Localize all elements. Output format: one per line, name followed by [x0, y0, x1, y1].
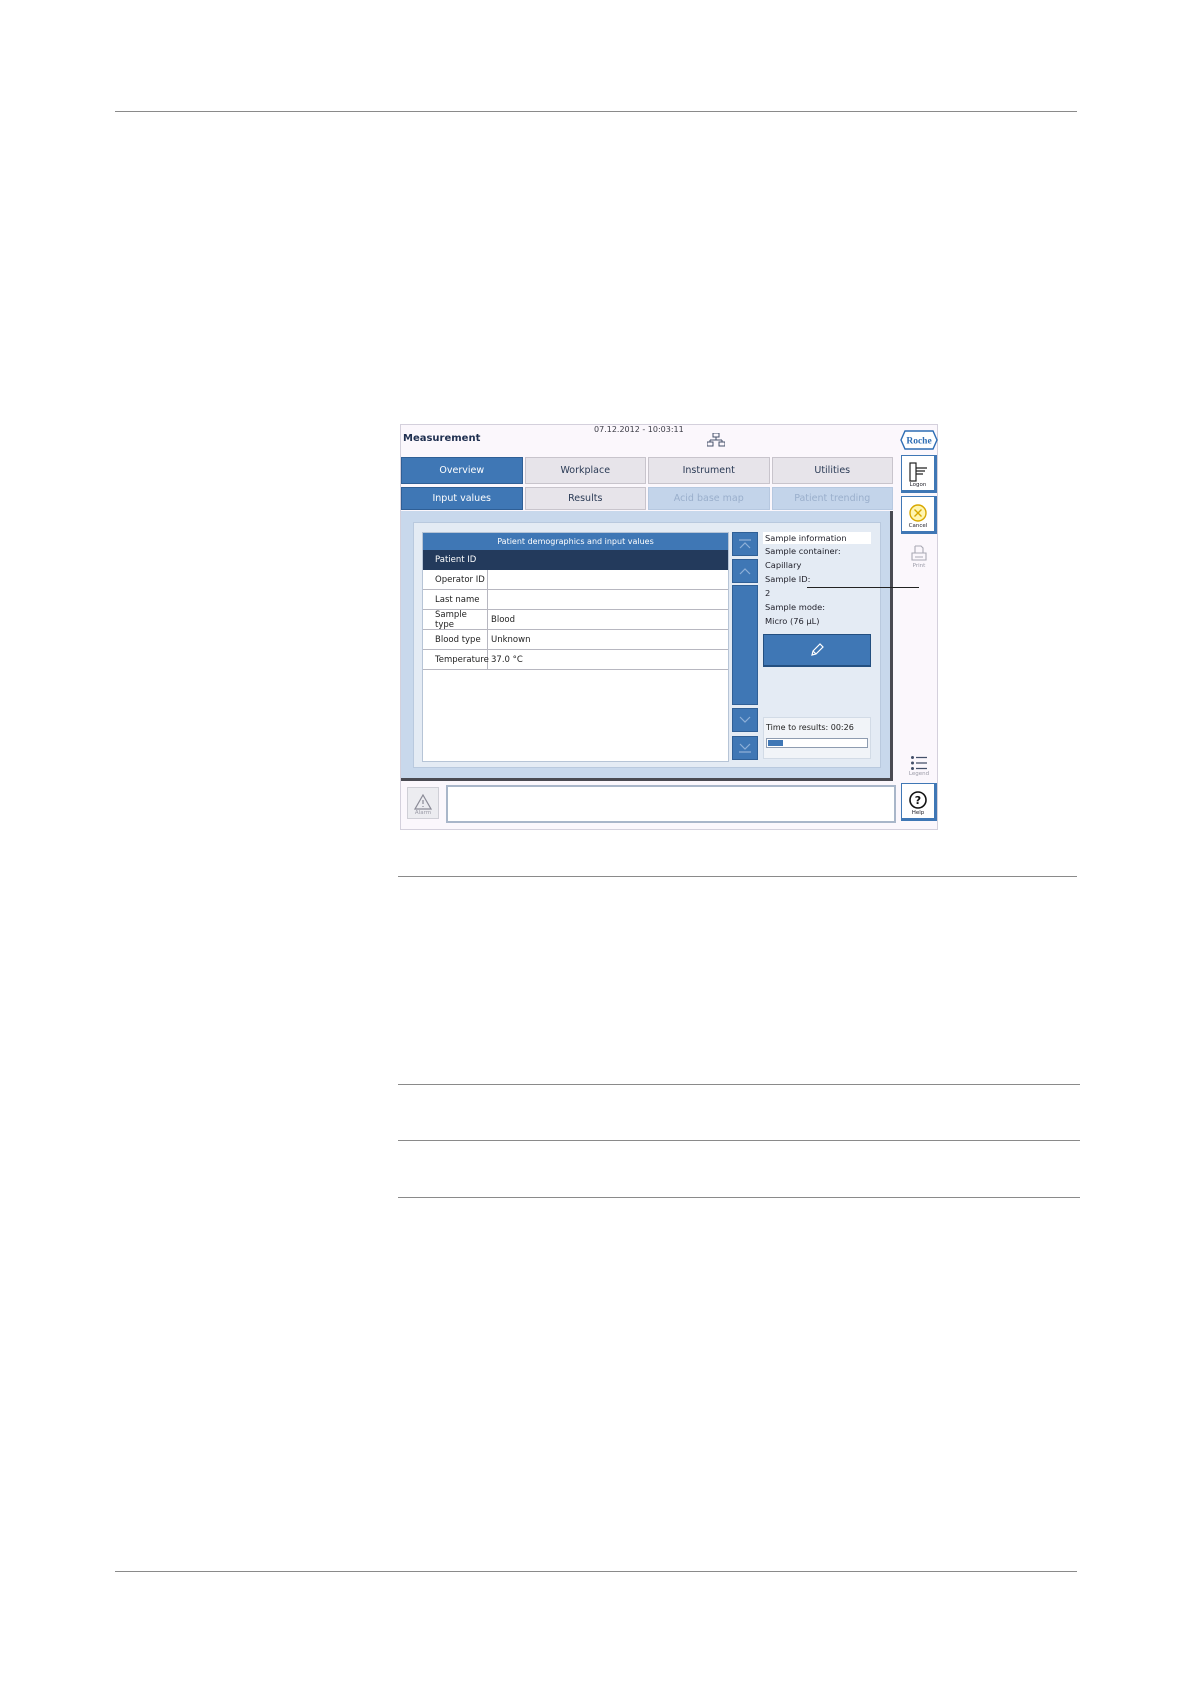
row-label: Last name: [423, 590, 488, 609]
patient-demographics-table: Patient demographics and input values Pa…: [422, 532, 729, 762]
progress-fill: [768, 740, 783, 746]
section-rule: [398, 1140, 1080, 1141]
logon-icon: [909, 462, 927, 482]
tab-input-values[interactable]: Input values: [401, 487, 523, 510]
operator-id-field[interactable]: [488, 570, 728, 589]
temperature-field[interactable]: 37.0 °C: [488, 650, 728, 669]
callout-line: [807, 587, 919, 588]
tab-results[interactable]: Results: [524, 487, 646, 510]
tab-acid-base-map: Acid base map: [648, 487, 770, 510]
sample-mode-value: Micro (76 µL): [765, 616, 820, 626]
roche-logo-text: Roche: [906, 437, 931, 447]
double-chevron-down-icon: [739, 743, 751, 753]
sample-container-label: Sample container:: [765, 546, 841, 556]
progress-bar: [766, 738, 868, 748]
time-to-results-label: Time to results: 00:26: [766, 723, 854, 732]
scroll-down-button[interactable]: [732, 708, 758, 732]
alarm-button[interactable]: Alarm: [407, 787, 439, 819]
row-label: Operator ID: [423, 570, 488, 589]
table-row[interactable]: Blood type Unknown: [423, 630, 728, 650]
print-label: Print: [912, 563, 926, 569]
cancel-label: Cancel: [908, 523, 928, 529]
page-footer-rule: [115, 1571, 1077, 1572]
table-row[interactable]: Last name: [423, 590, 728, 610]
section-rule: [398, 1084, 1080, 1085]
main-tabs: Overview Workplace Instrument Utilities: [401, 457, 893, 484]
double-chevron-up-icon: [739, 539, 751, 549]
message-bar: [446, 785, 896, 823]
table-row[interactable]: Temperature 37.0 °C: [423, 650, 728, 670]
warning-icon: [414, 794, 432, 810]
blood-type-field[interactable]: Unknown: [488, 630, 728, 649]
tab-utilities[interactable]: Utilities: [771, 457, 893, 484]
scroll-up-button[interactable]: [732, 559, 758, 583]
svg-text:?: ?: [915, 794, 921, 807]
print-button: Print: [901, 539, 937, 569]
row-label: Patient ID: [423, 550, 488, 569]
row-label: Sample type: [423, 610, 488, 630]
last-name-field[interactable]: [488, 590, 728, 609]
legend-icon: [911, 756, 927, 770]
edit-button[interactable]: [763, 634, 871, 667]
roche-logo-icon: Roche: [900, 430, 938, 450]
sample-information-panel: Sample information Sample container: Cap…: [763, 532, 871, 632]
tab-instrument[interactable]: Instrument: [648, 457, 770, 484]
table-row[interactable]: Operator ID: [423, 570, 728, 590]
scroll-top-button[interactable]: [732, 532, 758, 556]
measurement-screen: Measurement 07.12.2012 - 10:03:11 Roche …: [400, 424, 938, 830]
page-header-rule: [115, 111, 1077, 112]
sample-type-field[interactable]: Blood: [488, 610, 728, 629]
chevron-down-icon: [739, 716, 751, 723]
screen-title: Measurement: [403, 433, 481, 444]
scrollbar-thumb[interactable]: [732, 585, 758, 705]
chevron-up-icon: [739, 568, 751, 575]
row-label: Blood type: [423, 630, 488, 649]
sample-info-header: Sample information: [763, 532, 871, 544]
logon-label: Logon: [909, 482, 927, 488]
table-row[interactable]: Sample type Blood: [423, 610, 728, 630]
tab-workplace[interactable]: Workplace: [524, 457, 646, 484]
legend-button[interactable]: Legend: [901, 747, 937, 777]
table-header: Patient demographics and input values: [423, 533, 728, 550]
datetime: 07.12.2012 - 10:03:11: [594, 425, 684, 434]
patient-id-field[interactable]: [488, 550, 728, 569]
legend-label: Legend: [908, 771, 930, 777]
help-label: Help: [911, 810, 925, 816]
logon-button[interactable]: Logon: [901, 455, 937, 493]
row-label: Temperature: [423, 650, 489, 669]
sample-container-value: Capillary: [765, 560, 802, 570]
cancel-button[interactable]: Cancel: [901, 496, 937, 534]
table-row[interactable]: Patient ID: [423, 550, 728, 570]
help-icon: ?: [909, 791, 927, 809]
printer-icon: [911, 545, 927, 561]
network-icon: [707, 433, 725, 447]
section-rule: [398, 876, 1077, 877]
content-frame: Patient demographics and input values Pa…: [401, 511, 893, 781]
content-panel: Patient demographics and input values Pa…: [413, 522, 881, 768]
section-rule: [398, 1197, 1080, 1198]
sub-tabs: Input values Results Acid base map Patie…: [401, 487, 893, 510]
scroll-bottom-button[interactable]: [732, 736, 758, 760]
help-button[interactable]: ? Help: [901, 783, 937, 821]
alarm-label: Alarm: [414, 810, 432, 816]
pencil-icon: [811, 643, 824, 656]
time-to-results-panel: Time to results: 00:26: [763, 717, 871, 759]
tab-overview[interactable]: Overview: [401, 457, 523, 484]
table-scrollbar: [732, 532, 758, 762]
sample-id-value: 2: [765, 588, 771, 598]
cancel-icon: [909, 504, 927, 522]
sample-id-label: Sample ID:: [765, 574, 811, 584]
tab-patient-trending: Patient trending: [771, 487, 893, 510]
sample-mode-label: Sample mode:: [765, 602, 826, 612]
